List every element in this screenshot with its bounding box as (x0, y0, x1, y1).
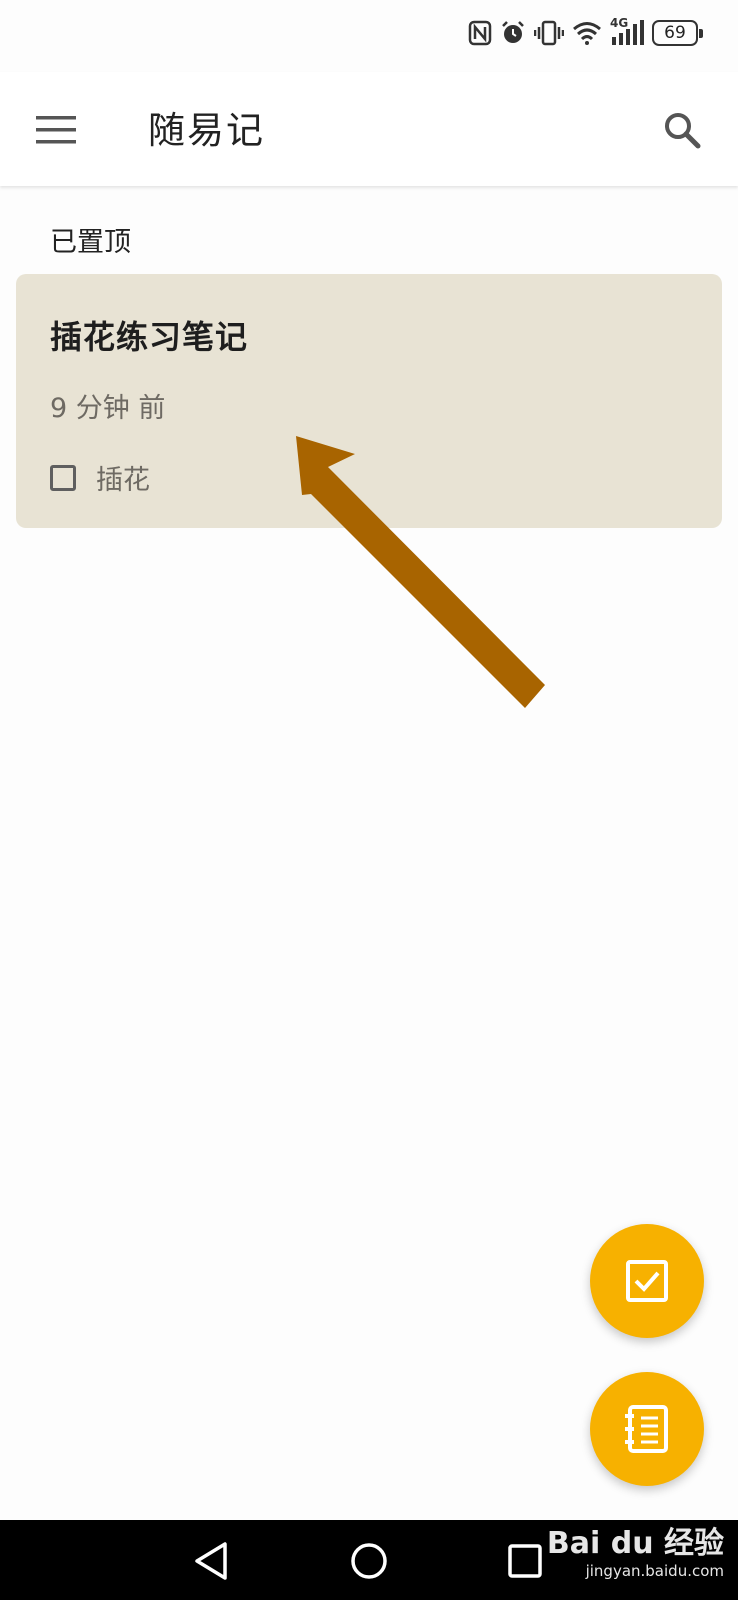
alarm-icon (502, 21, 524, 43)
note-timestamp: 9 分钟 前 (50, 393, 166, 424)
nfc-icon (468, 20, 492, 46)
home-circle-icon (351, 1543, 387, 1579)
signal-icon: 4G (610, 16, 644, 46)
checklist-item-text: 插花 (96, 465, 150, 496)
search-button[interactable] (654, 102, 710, 158)
pinned-section-header: 已置顶 (50, 227, 131, 258)
watermark-main: Bai du 经验 (546, 1526, 724, 1561)
new-checklist-button[interactable] (590, 1224, 704, 1338)
recents-square-icon (508, 1544, 542, 1578)
system-nav-bar: Bai du 经验 jingyan.baidu.com (0, 1520, 738, 1600)
baidu-watermark: Bai du 经验 jingyan.baidu.com (547, 1526, 724, 1580)
back-button[interactable] (186, 1536, 236, 1586)
app-title: 随易记 (148, 109, 265, 152)
home-button[interactable] (344, 1536, 394, 1586)
note-card[interactable]: 插花练习笔记 9 分钟 前 插花 (16, 274, 722, 528)
battery-level: 69 (664, 23, 686, 43)
note-title: 插花练习笔记 (50, 318, 249, 356)
status-bar: 4G 69 (0, 0, 738, 72)
recents-button[interactable] (500, 1536, 550, 1586)
app-bar: 随易记 (0, 72, 738, 186)
new-note-button[interactable] (590, 1372, 704, 1486)
wifi-icon (573, 22, 601, 45)
menu-icon (36, 116, 76, 144)
note-checklist-item: 插花 (50, 458, 150, 497)
screen: 4G 69 随易记 已置顶 插花练习笔记 9 分钟 前 插花 Bai du 经验… (0, 0, 738, 1600)
back-triangle-icon (195, 1542, 227, 1580)
notebook-icon (625, 1405, 668, 1453)
menu-button[interactable] (28, 102, 84, 158)
watermark-sub: jingyan.baidu.com (585, 1562, 724, 1580)
battery-icon: 69 (652, 20, 703, 46)
checkbox-icon (626, 1260, 668, 1302)
search-icon (665, 113, 701, 149)
status-icons: 4G 69 (468, 16, 703, 46)
checklist-checkbox[interactable] (50, 464, 76, 491)
vibrate-icon (534, 20, 564, 46)
